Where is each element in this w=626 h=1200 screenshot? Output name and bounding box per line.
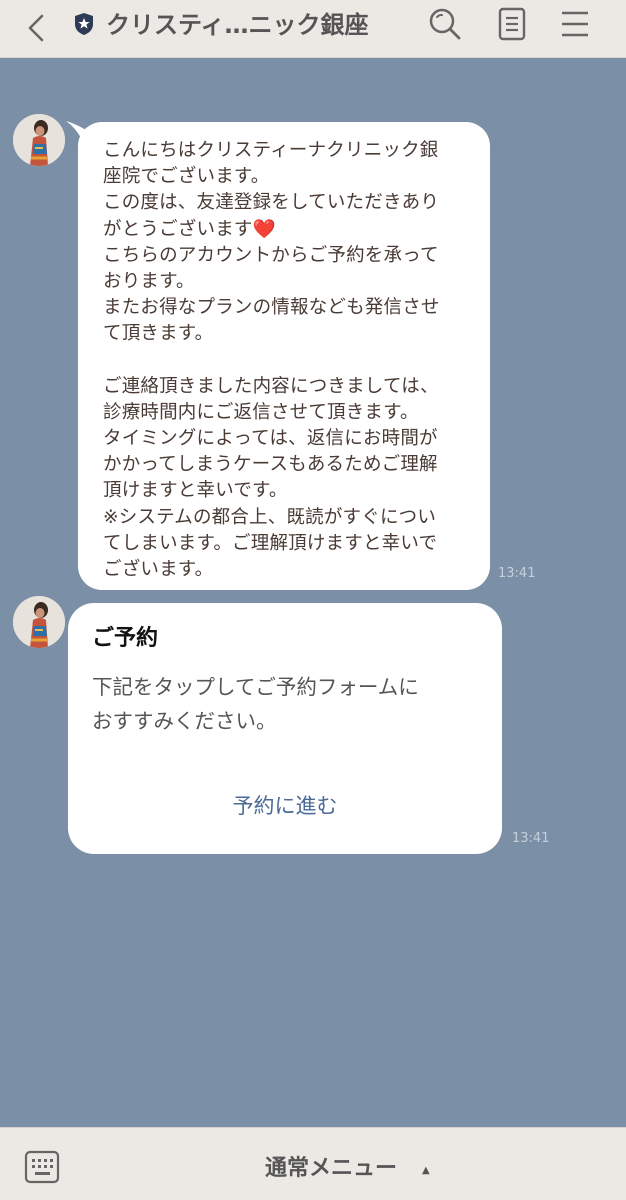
- message-time: 13:41: [498, 566, 536, 581]
- bottom-menu-bar: 通常メニュー ▲: [0, 1127, 626, 1200]
- reserve-button[interactable]: 予約に進む: [68, 789, 502, 823]
- message-line: おります。: [103, 270, 195, 292]
- message-line: タイミングによっては、返信にお時間が: [103, 428, 438, 450]
- message-line: ご連絡頂きました内容につきましては、: [103, 375, 439, 397]
- search-icon[interactable]: [427, 6, 463, 42]
- message-line: てしまいます。ご理解頂けますと幸いで: [103, 532, 438, 554]
- chevron-left-icon[interactable]: [22, 8, 52, 48]
- caret-up-icon[interactable]: ▲: [422, 1166, 432, 1176]
- message-bubble[interactable]: こんにちはクリスティーナクリニック銀 座院でございます。この度は、友達登録をしてい…: [78, 122, 490, 590]
- message-text: こんにちはクリスティーナクリニック銀 座院でございます。この度は、友達登録をしてい…: [103, 138, 472, 583]
- keyboard-icon[interactable]: [24, 1150, 60, 1184]
- message-line: 診療時間内にご返信させて頂きます。: [103, 401, 419, 423]
- shield-star-icon: [75, 13, 93, 35]
- card-body-line: おすすみください。: [92, 709, 277, 733]
- rich-menu-toggle[interactable]: 通常メニュー: [265, 1154, 397, 1184]
- chat-title: クリスティ…ニック銀座: [106, 11, 369, 39]
- message-line: [103, 348, 472, 374]
- message-line: 座院でございます。: [103, 166, 270, 188]
- message-line: またお得なプランの情報なども発信させ: [103, 297, 440, 319]
- message-line: この度は、友達登録をしていただきあり: [103, 192, 440, 214]
- avatar[interactable]: [13, 596, 65, 648]
- message-line: ございます。: [103, 559, 214, 580]
- message-line: 頂けますと幸いです。: [103, 480, 288, 502]
- message-line: かかってしまうケースもあるためご理解: [103, 454, 438, 476]
- notes-icon[interactable]: [497, 7, 527, 41]
- message-line: こんにちはクリスティーナクリニック銀: [103, 140, 439, 161]
- message-line: て頂きます。: [103, 323, 214, 345]
- reservation-card: ご予約 下記をタップしてご予約フォームに おすすみください。 予約に進む: [68, 603, 502, 854]
- message-time: 13:41: [512, 831, 550, 846]
- message-line: こちらのアカウントからご予約を承って: [103, 244, 439, 266]
- message-line: ※システムの都合上、既読がすぐについ: [103, 506, 437, 528]
- message-line: がとうございます❤️: [103, 218, 276, 240]
- card-title: ご予約: [92, 626, 159, 651]
- card-body-line: 下記をタップしてご予約フォームに: [92, 675, 419, 699]
- hamburger-menu-icon[interactable]: [559, 8, 591, 40]
- avatar[interactable]: [13, 114, 65, 166]
- header-bar: クリスティ…ニック銀座: [0, 0, 626, 58]
